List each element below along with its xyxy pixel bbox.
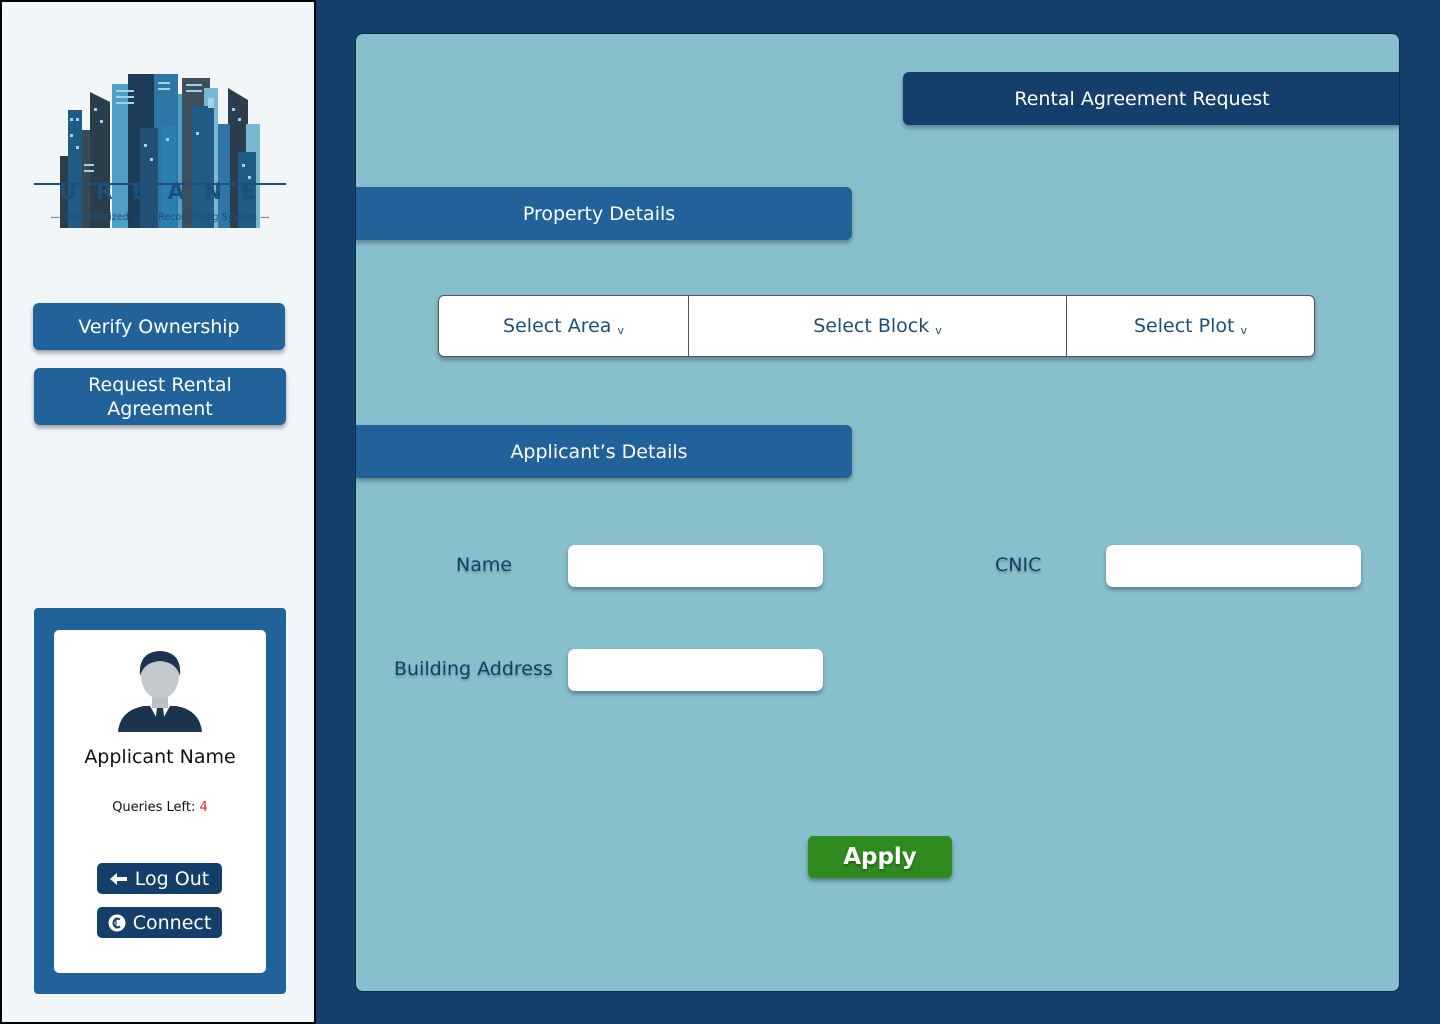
request-rental-agreement-button[interactable]: Request Rental Agreement	[34, 368, 286, 425]
logout-label: Log Out	[134, 867, 210, 890]
queries-left-label: Queries Left:	[112, 800, 196, 815]
logout-button[interactable]: Log Out	[97, 863, 222, 894]
building-address-input[interactable]	[568, 649, 823, 691]
queries-left-count: 4	[199, 800, 208, 815]
apply-button[interactable]: Apply	[808, 836, 952, 878]
arrow-left-icon	[109, 872, 127, 885]
profile-card: Applicant Name Queries Left: 4 Log Out C…	[34, 608, 286, 994]
chevron-down-icon: v	[935, 323, 942, 337]
chevron-down-icon: v	[617, 323, 624, 337]
select-plot-label: Select Plot	[1134, 315, 1235, 337]
property-details-header: Property Details	[356, 187, 852, 240]
name-input[interactable]	[568, 545, 823, 587]
applicant-details-header: Applicant’s Details	[356, 425, 852, 478]
main-panel: Rental Agreement Request Property Detail…	[355, 33, 1400, 992]
applicant-name: Applicant Name	[84, 746, 236, 768]
connect-label: Connect	[132, 911, 212, 934]
brand-name: URBANE	[58, 180, 276, 205]
select-area-dropdown[interactable]: Select Area v	[439, 296, 689, 356]
connect-button[interactable]: Connect	[97, 907, 222, 938]
cnic-input[interactable]	[1106, 545, 1361, 587]
queries-left: Queries Left: 4	[54, 800, 266, 815]
select-block-label: Select Block	[813, 315, 930, 337]
profile-card-inner: Applicant Name Queries Left: 4 Log Out C…	[54, 630, 266, 973]
select-area-label: Select Area	[503, 315, 612, 337]
select-block-dropdown[interactable]: Select Block v	[689, 296, 1067, 356]
verify-ownership-button[interactable]: Verify Ownership	[33, 303, 285, 350]
sidebar: URBANE — Decentralized Land Record Filin…	[0, 0, 316, 1024]
brand-tagline: — Decentralized Land Record Filing Syste…	[50, 212, 270, 223]
select-plot-dropdown[interactable]: Select Plot v	[1067, 296, 1314, 356]
name-label: Name	[456, 554, 513, 576]
cnic-label: CNIC	[995, 554, 1042, 576]
coin-icon	[108, 914, 126, 931]
property-select-group: Select Area v Select Block v Select Plot…	[438, 295, 1315, 357]
page-title: Rental Agreement Request	[903, 72, 1399, 125]
chevron-down-icon: v	[1240, 323, 1247, 337]
user-avatar-icon	[118, 651, 202, 732]
building-address-label: Building Address	[394, 658, 553, 680]
